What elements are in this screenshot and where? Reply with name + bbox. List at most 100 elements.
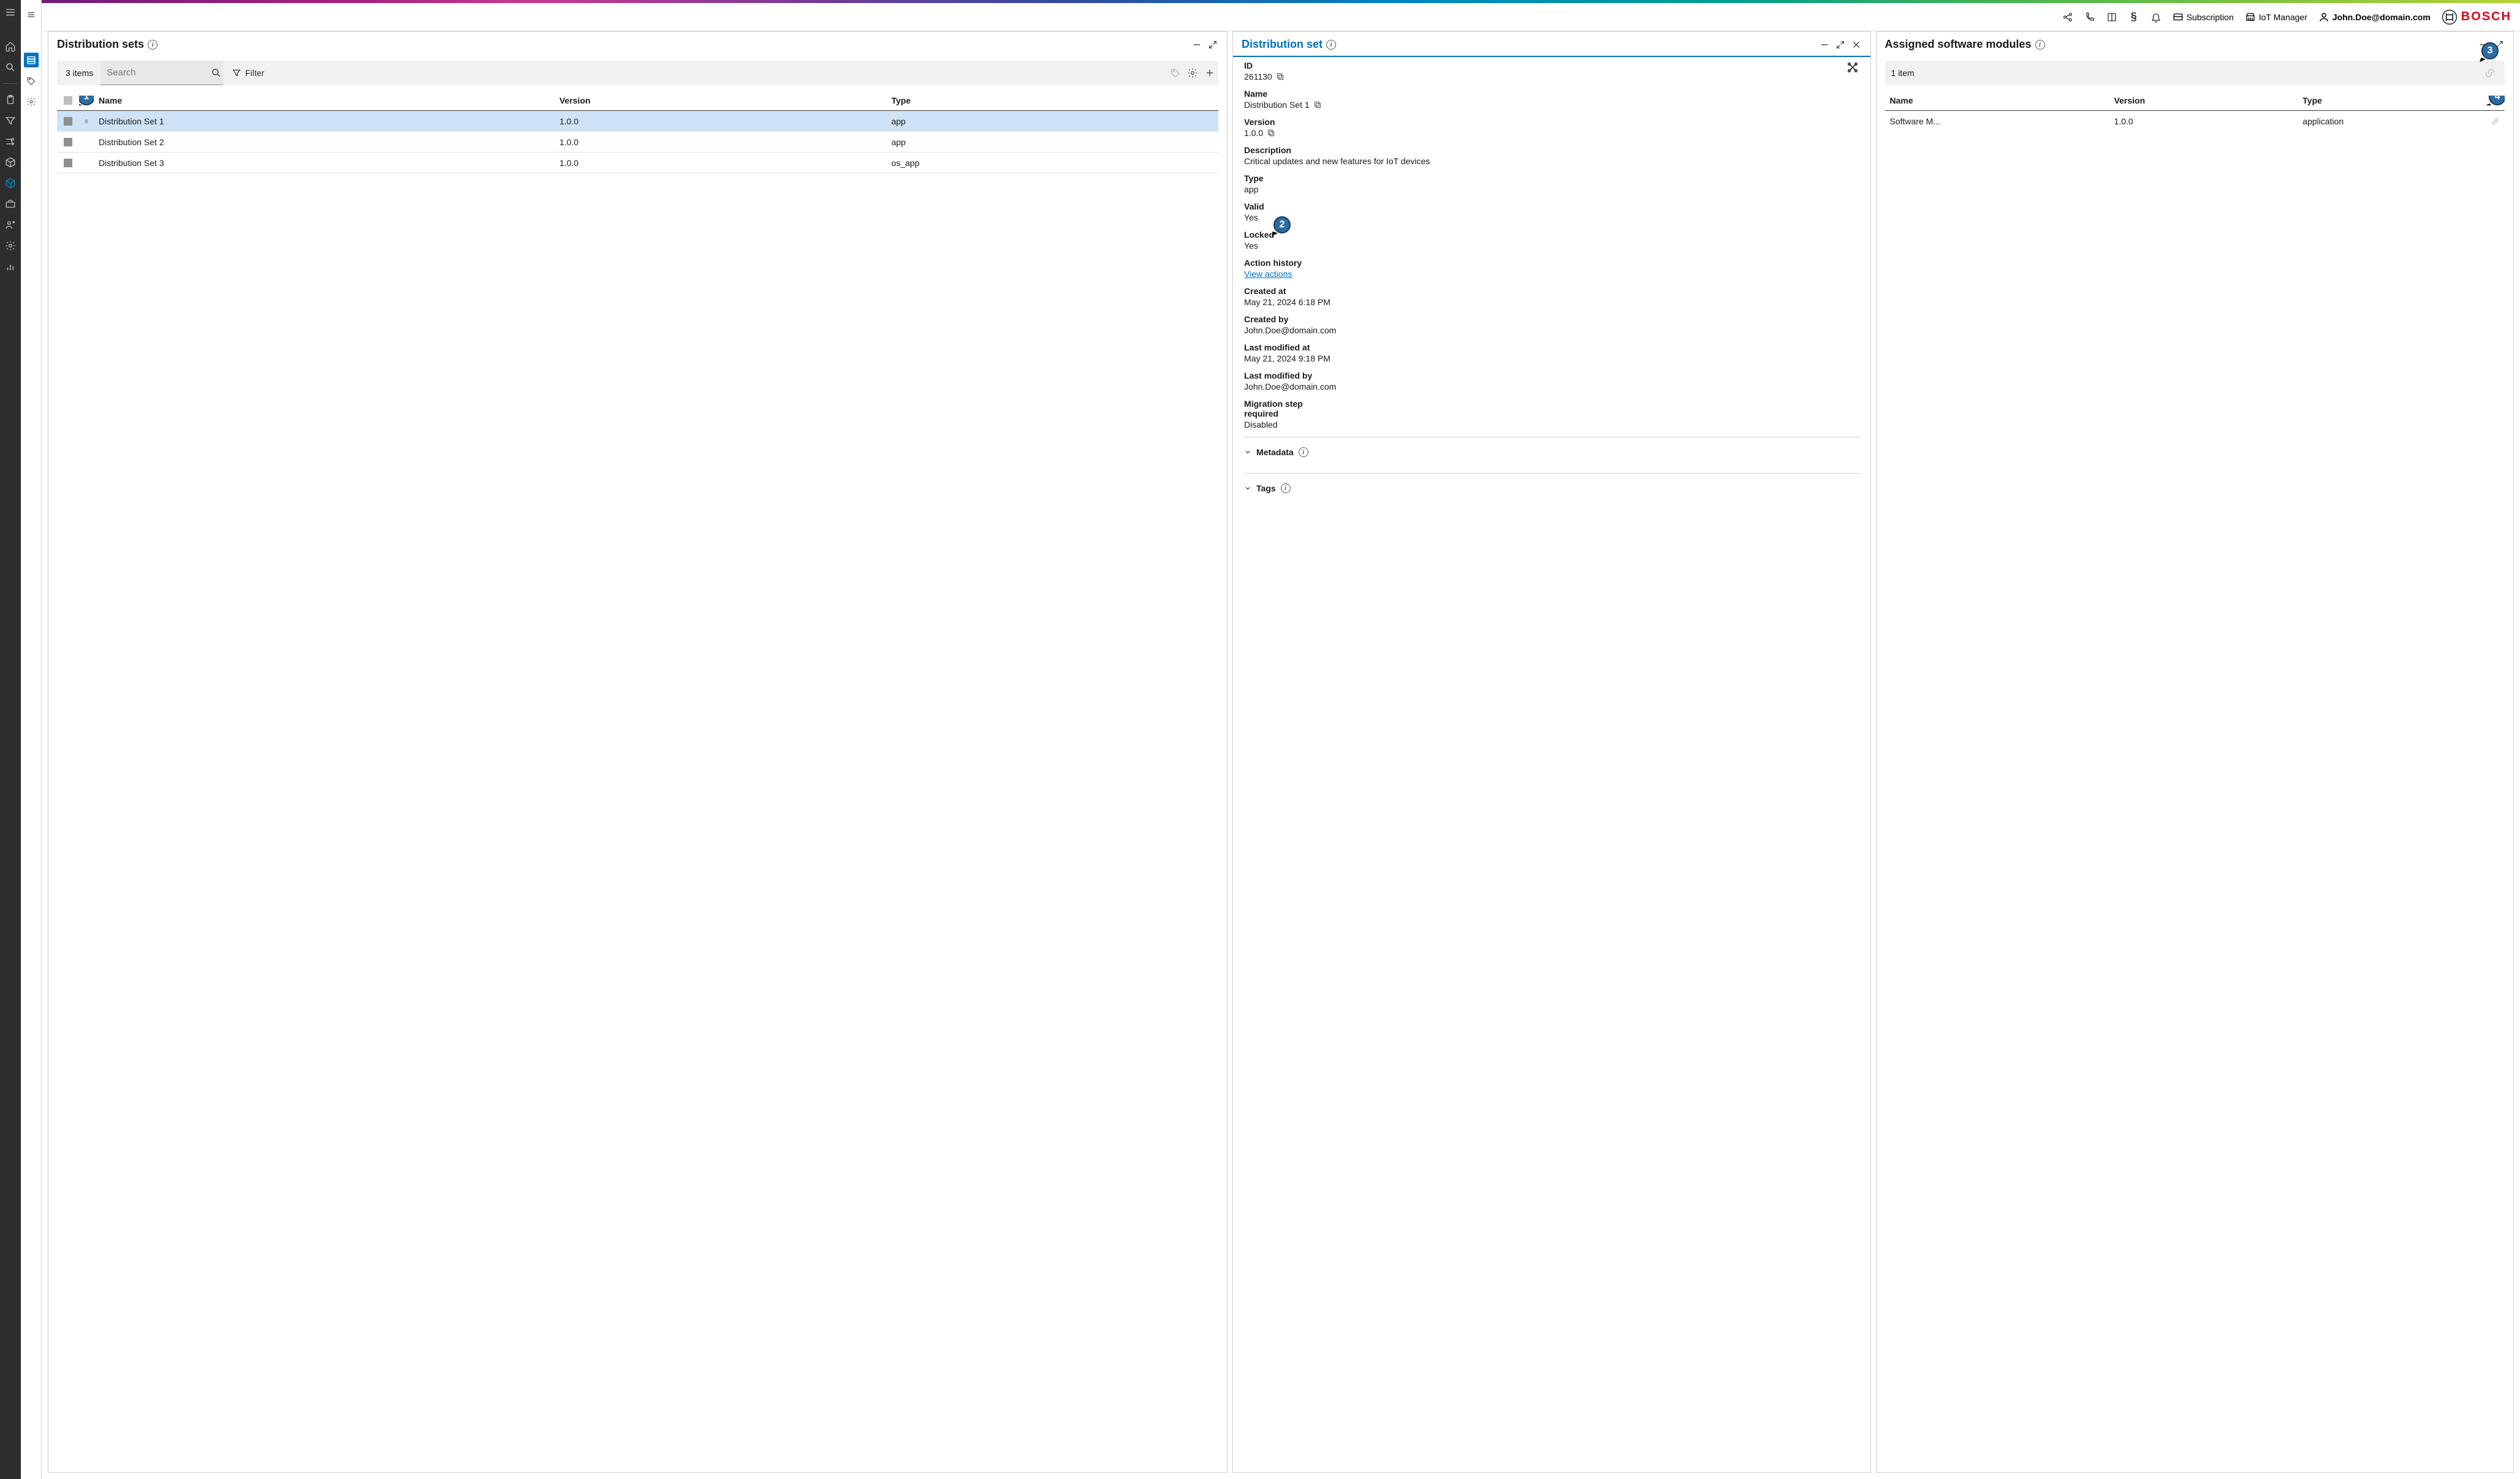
minimize-icon[interactable] <box>1191 39 1202 50</box>
col-type[interactable]: Type <box>2298 91 2486 110</box>
add-action-icon[interactable] <box>1201 64 1218 81</box>
close-icon[interactable] <box>1851 39 1862 50</box>
row-checkbox[interactable] <box>64 138 72 146</box>
table-row[interactable]: Distribution Set 1 1.0.0 app <box>57 111 1218 132</box>
row-name: Distribution Set 3 <box>94 153 555 173</box>
brand-text: BOSCH <box>2461 10 2511 24</box>
panel-assigned-modules: Assigned software modules i 3 1 item Nam… <box>1876 31 2514 1473</box>
expand-icon[interactable] <box>1835 39 1846 50</box>
subscription-link[interactable]: Subscription <box>2173 12 2234 23</box>
settings-action-icon[interactable] <box>1184 64 1201 81</box>
callout-3: 3 <box>2481 42 2499 59</box>
tags-accordion[interactable]: Tags i <box>1244 480 1859 497</box>
metadata-accordion[interactable]: Metadata i <box>1244 444 1859 461</box>
select-all-checkbox[interactable] <box>64 96 72 105</box>
panel-distribution-sets: Distribution sets i 3 items Fil <box>48 31 1228 1473</box>
cube-icon[interactable] <box>4 156 17 168</box>
col-name[interactable]: Name <box>94 91 555 110</box>
minimize-icon[interactable] <box>1819 39 1830 50</box>
col-version[interactable]: Version <box>2109 91 2298 110</box>
search-icon[interactable] <box>4 61 17 74</box>
type-label: Type <box>1244 173 1859 183</box>
name-label: Name <box>1244 89 1859 99</box>
section-icon[interactable]: § <box>2128 12 2139 23</box>
row-version: 1.0.0 <box>2109 112 2298 131</box>
row-type: app <box>886 112 1218 131</box>
copy-icon[interactable] <box>1276 72 1285 81</box>
col-type[interactable]: Type <box>886 91 1218 110</box>
search-icon[interactable] <box>209 67 223 78</box>
chart-icon[interactable] <box>4 260 17 273</box>
panel3-title: Assigned software modules <box>1885 38 2032 51</box>
info-icon[interactable]: i <box>1326 40 1336 50</box>
filter-icon[interactable] <box>4 115 17 127</box>
distribution-sets-table: 1 Name Version Type Distribution Set 1 1… <box>57 90 1218 173</box>
migration-value: Disabled <box>1244 420 1859 429</box>
expand-icon[interactable] <box>1207 39 1218 50</box>
filter-label: Filter <box>245 68 264 78</box>
search-input[interactable] <box>101 67 209 78</box>
table-row[interactable]: Distribution Set 2 1.0.0 app <box>57 132 1218 153</box>
info-icon[interactable]: i <box>148 40 158 50</box>
created-by-label: Created by <box>1244 314 1859 324</box>
row-checkbox[interactable] <box>64 117 72 126</box>
clipboard-icon[interactable] <box>4 94 17 106</box>
menu-icon[interactable] <box>4 6 17 18</box>
version-label: Version <box>1244 117 1859 127</box>
copy-icon[interactable] <box>1267 129 1275 137</box>
migration-label: Migration step required <box>1244 399 1318 418</box>
cube-alt-icon[interactable] <box>4 177 17 189</box>
panel2-title: Distribution set <box>1242 38 1323 51</box>
view-actions-link[interactable]: View actions <box>1244 269 1292 279</box>
last-modified-at-label: Last modified at <box>1244 342 1859 352</box>
flow-icon[interactable] <box>4 135 17 148</box>
info-icon[interactable]: i <box>1281 483 1291 493</box>
last-modified-by-label: Last modified by <box>1244 371 1859 380</box>
copy-icon[interactable] <box>1313 100 1322 109</box>
row-type: application <box>2298 112 2486 131</box>
phone-icon[interactable] <box>2084 12 2095 23</box>
info-icon[interactable]: i <box>1299 447 1308 457</box>
user-menu[interactable]: John.Doe@domain.com <box>2318 12 2431 23</box>
row-checkbox[interactable] <box>64 159 72 167</box>
col-version[interactable]: Version <box>555 91 887 110</box>
home-icon[interactable] <box>4 40 17 53</box>
table-row[interactable]: Distribution Set 3 1.0.0 os_app <box>57 153 1218 173</box>
panel1-title: Distribution sets <box>57 38 144 51</box>
metadata-label: Metadata <box>1256 447 1294 457</box>
col-name[interactable]: Name <box>1885 91 2109 110</box>
table-row[interactable]: Software M... 1.0.0 application <box>1885 111 2505 132</box>
iot-manager-link[interactable]: IoT Manager <box>2245 12 2307 23</box>
description-value: Critical updates and new features for Io… <box>1244 156 1859 166</box>
gear-icon[interactable] <box>4 240 17 252</box>
locked-label: Locked <box>1244 230 1859 240</box>
user-label: John.Doe@domain.com <box>2332 12 2431 22</box>
unlink-icon <box>2486 112 2505 131</box>
book-icon[interactable] <box>2106 12 2117 23</box>
row-name: Distribution Set 1 <box>94 112 555 131</box>
tags-label: Tags <box>1256 483 1276 493</box>
item-count: 3 items <box>57 68 101 78</box>
info-icon[interactable]: i <box>2035 40 2045 50</box>
search-box[interactable] <box>101 61 223 85</box>
locked-value: Yes <box>1244 241 1859 251</box>
tag-side-icon[interactable] <box>24 74 39 88</box>
tools-icon[interactable] <box>1846 61 1859 74</box>
row-type: os_app <box>886 153 1218 173</box>
link-action-icon <box>2481 64 2499 81</box>
brand-logo[interactable]: BOSCH <box>2442 9 2511 25</box>
iot-manager-label: IoT Manager <box>2259 12 2307 22</box>
submenu-icon[interactable] <box>24 7 39 22</box>
filter-button[interactable]: Filter <box>223 68 273 78</box>
valid-value: Yes <box>1244 213 1859 222</box>
action-history-label: Action history <box>1244 258 1859 268</box>
id-label: ID <box>1244 61 1845 70</box>
person-icon[interactable] <box>4 219 17 231</box>
grid-view-icon[interactable] <box>24 53 39 67</box>
valid-label: Valid <box>1244 202 1859 211</box>
share-icon[interactable] <box>2062 12 2073 23</box>
toolbox-icon[interactable] <box>4 198 17 210</box>
bell-icon[interactable] <box>2150 12 2161 23</box>
sub-nav <box>21 0 42 1479</box>
gear-side-icon[interactable] <box>24 94 39 109</box>
